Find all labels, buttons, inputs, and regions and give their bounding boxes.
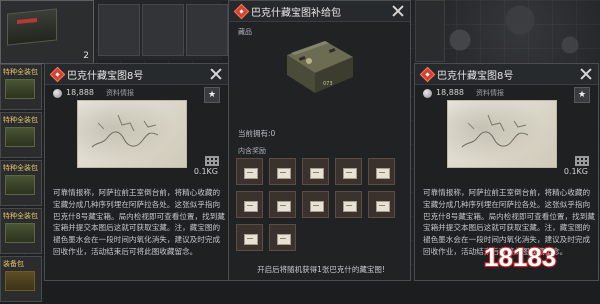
inventory-slot[interactable]: 特种全装包	[0, 160, 42, 206]
reward-slot[interactable]	[269, 158, 296, 185]
slot-label: 特种全装包	[3, 164, 38, 172]
inventory-slot[interactable]: 特种全装包	[0, 208, 42, 254]
inventory-slot-top[interactable]: 2	[0, 0, 94, 64]
item-weight: 0.1KG	[563, 167, 588, 176]
background-locker	[415, 0, 445, 62]
item-category: 资料情报	[106, 89, 134, 97]
value-row: 18,888 资料情报	[53, 88, 223, 100]
slot-count: 2	[83, 51, 89, 61]
paper-icon	[310, 201, 324, 212]
paper-icon	[277, 234, 291, 245]
diamond-icon	[233, 3, 250, 20]
supply-crate-image: 073	[279, 31, 359, 97]
slot-label: 特种全装包	[3, 212, 38, 220]
panel-header: 巴克什藏宝图8号	[415, 64, 598, 85]
reward-slot[interactable]	[302, 191, 329, 218]
bag-icon	[5, 127, 35, 147]
reward-slot[interactable]	[368, 158, 395, 185]
slot-label: 特种全装包	[3, 68, 38, 76]
item-category: 资料情报	[476, 89, 504, 97]
watermark-text: 18183	[484, 242, 556, 272]
paper-icon	[310, 168, 324, 179]
panel-title: 巴克什藏宝图8号	[67, 71, 144, 82]
crate-icon	[7, 8, 57, 46]
item-description: 可靠情报称，阿萨拉前王室倒台前，将精心收藏的宝藏分成几种序列埋在阿萨拉各处。这张…	[53, 188, 225, 256]
owned-count: 当前拥有:0	[238, 129, 276, 138]
reward-slot[interactable]	[269, 224, 296, 251]
bag-icon	[5, 175, 35, 195]
item-weight: 0.1KG	[193, 167, 218, 176]
panel-header: 巴克什藏宝图补给包	[229, 1, 410, 22]
value-row: 18,888 资料情报	[423, 88, 593, 100]
paper-icon	[343, 168, 357, 179]
treasure-map-image	[447, 100, 557, 168]
treasure-map-image	[77, 100, 187, 168]
item-value: 18,888	[436, 88, 464, 97]
paper-icon	[376, 168, 390, 179]
item-value: 18,888	[66, 88, 94, 97]
background-shelf	[92, 0, 228, 60]
close-icon[interactable]	[209, 67, 223, 81]
supply-pack-panel: 巴克什藏宝图补给包 藏品 073 当前拥有:0 内含奖励 开启后将随机获得1张巴…	[228, 0, 411, 281]
inventory-slot[interactable]: 特种全装包	[0, 112, 42, 158]
slot-label: 特种全装包	[3, 116, 38, 124]
item-detail-panel-left: 巴克什藏宝图8号 18,888 资料情报 ★ 0.1KG 可靠情报称，阿萨拉前王…	[44, 63, 229, 281]
reward-slot[interactable]	[236, 158, 263, 185]
site-watermark-logo: 18183	[480, 236, 590, 276]
paper-icon	[244, 234, 258, 245]
paper-icon	[376, 201, 390, 212]
inventory-slot[interactable]: 装备包	[0, 256, 42, 302]
grid-icon	[205, 156, 219, 166]
reward-slot[interactable]	[335, 158, 362, 185]
reward-slot[interactable]	[368, 191, 395, 218]
paper-icon	[244, 201, 258, 212]
reward-slot[interactable]	[269, 191, 296, 218]
paper-icon	[343, 201, 357, 212]
panel-title: 巴克什藏宝图补给包	[251, 8, 341, 19]
close-icon[interactable]	[579, 67, 593, 81]
grid-icon	[575, 156, 589, 166]
star-icon[interactable]: ★	[574, 87, 590, 103]
panel-title: 巴克什藏宝图8号	[437, 71, 514, 82]
reward-slot[interactable]	[236, 191, 263, 218]
section-label: 藏品	[238, 28, 252, 36]
slot-label: 装备包	[3, 260, 24, 268]
reward-slot[interactable]	[236, 224, 263, 251]
close-icon[interactable]	[391, 4, 405, 18]
crate-marking: 073	[323, 81, 333, 87]
reward-slot[interactable]	[302, 158, 329, 185]
bag-icon	[5, 271, 35, 291]
background-equipment	[430, 0, 600, 60]
coin-icon	[423, 89, 432, 98]
paper-icon	[277, 168, 291, 179]
paper-icon	[277, 201, 291, 212]
panel-header: 巴克什藏宝图8号	[45, 64, 228, 85]
bag-icon	[5, 223, 35, 243]
inventory-column: 特种全装包 特种全装包 特种全装包 特种全装包 装备包	[0, 64, 42, 304]
open-hint: 开启后将随机获得1张巴克什的藏宝图!	[257, 265, 385, 274]
bag-icon	[5, 79, 35, 99]
paper-icon	[244, 168, 258, 179]
coin-icon	[53, 89, 62, 98]
diamond-icon	[49, 66, 66, 83]
star-icon[interactable]: ★	[204, 87, 220, 103]
inventory-slot[interactable]: 特种全装包	[0, 64, 42, 110]
diamond-icon	[419, 66, 436, 83]
reward-slot[interactable]	[335, 191, 362, 218]
contents-label: 内含奖励	[238, 147, 266, 155]
